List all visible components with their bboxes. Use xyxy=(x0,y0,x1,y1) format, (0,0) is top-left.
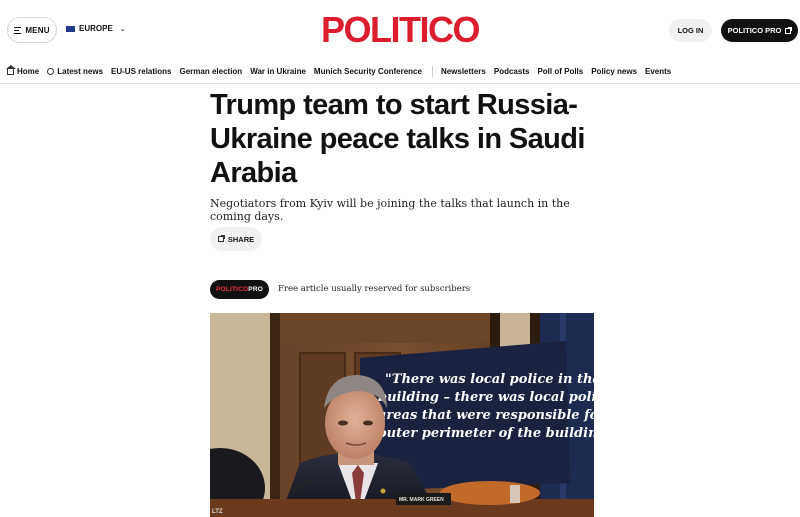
nav-item-label: Home xyxy=(17,66,40,76)
nav-item-podcasts[interactable]: Podcasts xyxy=(494,67,530,76)
edition-label: EUROPE xyxy=(79,24,113,33)
share-label: SHARE xyxy=(227,234,255,244)
photo-credit: LTZ xyxy=(212,509,223,515)
hero-photo-illustration: "There was local police in that building… xyxy=(210,313,594,517)
sign-line-4: outer perimeter of the building." xyxy=(378,426,594,441)
nav-item-newsletters[interactable]: Newsletters xyxy=(441,67,486,76)
pro-badge-pro: PRO xyxy=(248,286,263,293)
nav-divider xyxy=(431,65,433,77)
nav-item-eu-us-relations[interactable]: EU-US relations xyxy=(111,67,171,76)
pro-badge-brand: POLITICO xyxy=(216,286,249,293)
hamburger-icon xyxy=(14,26,22,34)
article-hero-image: "There was local police in that building… xyxy=(210,313,594,517)
external-link-icon xyxy=(785,26,793,34)
nav-item-latest-news[interactable]: Latest news xyxy=(47,67,103,76)
login-button[interactable]: LOG IN xyxy=(669,19,712,42)
nameplate-text: MR. MARK GREEN xyxy=(399,497,444,503)
home-icon xyxy=(6,65,16,75)
nav-divider-line xyxy=(0,83,800,84)
share-icon xyxy=(217,235,225,242)
sign-line-1: "There was local police in that xyxy=(385,372,594,387)
free-article-note: Free article usually reserved for subscr… xyxy=(278,284,471,294)
share-button[interactable]: SHARE xyxy=(210,227,262,251)
article-subhead: Negotiators from Kyiv will be joining th… xyxy=(210,197,570,223)
sign-line-3: areas that were responsible for xyxy=(378,408,594,423)
politico-logo[interactable]: POLITICO xyxy=(300,8,500,52)
nav-item-home[interactable]: Home xyxy=(6,65,40,76)
politico-pro-label: POLITICO PRO xyxy=(727,26,782,35)
menu-label: MENU xyxy=(25,25,50,35)
menu-button[interactable]: MENU xyxy=(7,17,57,43)
chevron-down-icon: ⌄ xyxy=(119,25,126,33)
nav-item-events[interactable]: Events xyxy=(645,67,671,76)
nav-item-german-election[interactable]: German election xyxy=(180,67,243,76)
nav-item-label: Latest news xyxy=(57,66,104,76)
politico-pro-button[interactable]: POLITICO PRO xyxy=(721,19,798,42)
nav-item-poll-of-polls[interactable]: Poll of Polls xyxy=(537,67,583,76)
eu-flag-icon xyxy=(66,25,75,32)
article-headline: Trump team to start Russia-Ukraine peace… xyxy=(210,89,585,189)
politico-pro-badge[interactable]: POLITICO PRO xyxy=(210,280,269,299)
nav-item-policy-news[interactable]: Policy news xyxy=(591,67,637,76)
edition-selector[interactable]: EUROPE ⌄ xyxy=(66,24,126,33)
site-header: MENU EUROPE ⌄ POLITICO LOG IN POLITICO P… xyxy=(0,0,800,60)
nav-item-munich-security-conference[interactable]: Munich Security Conference xyxy=(314,67,422,76)
main-nav: Home Latest news EU-US relations German … xyxy=(6,64,679,78)
sign-line-2: building – there was local police in xyxy=(378,390,594,405)
nav-item-war-in-ukraine[interactable]: War in Ukraine xyxy=(250,67,306,76)
clock-icon xyxy=(47,67,55,75)
